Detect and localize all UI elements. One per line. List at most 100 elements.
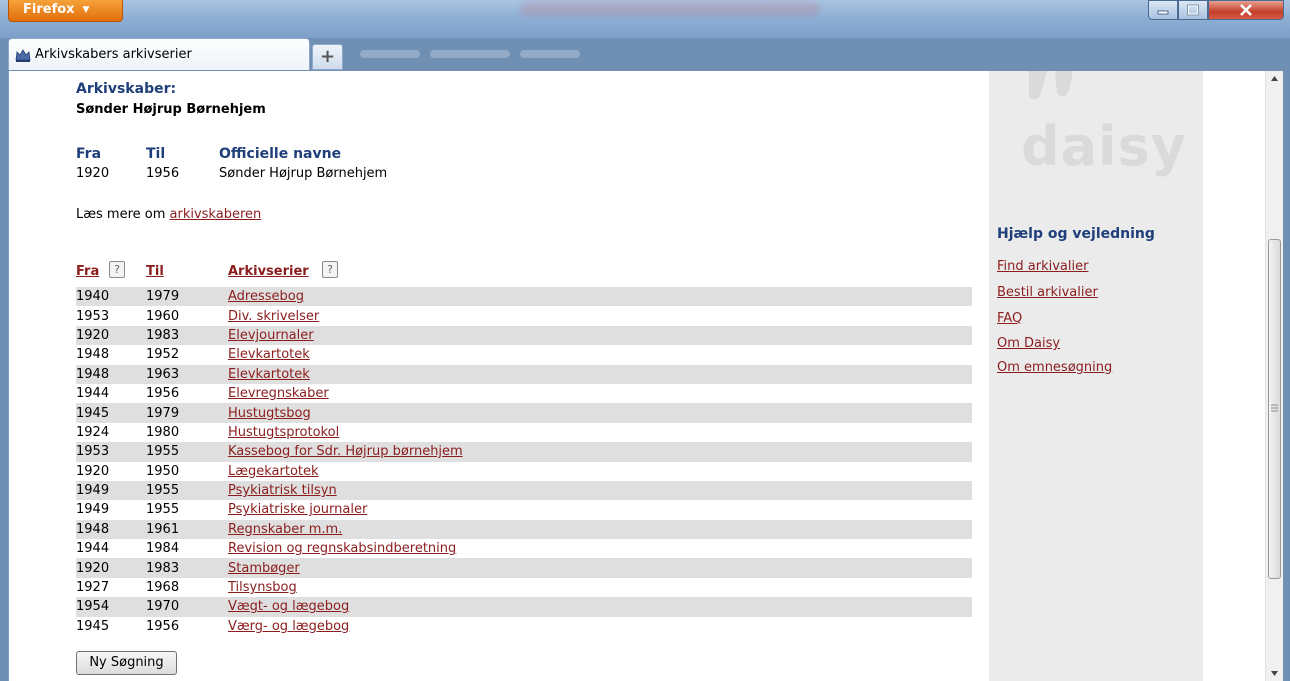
- series-fra-cell: 1945: [76, 403, 146, 423]
- vertical-scrollbar[interactable]: [1265, 71, 1283, 681]
- help-icon[interactable]: ?: [322, 261, 338, 278]
- table-row: 1944 1956 Elevregnskaber: [76, 384, 972, 403]
- series-til-cell: 1956: [146, 618, 180, 634]
- arkivskaberen-link[interactable]: arkivskaberen: [170, 207, 262, 222]
- minimize-button[interactable]: [1148, 0, 1178, 20]
- om-daisy-link[interactable]: Om Daisy: [997, 336, 1060, 351]
- series-til-cell: 1979: [146, 287, 228, 307]
- creator-name: Sønder Højrup Børnehjem: [76, 102, 266, 117]
- read-more-prefix: Læs mere om: [76, 207, 170, 222]
- help-icon[interactable]: ?: [109, 261, 125, 278]
- series-title-cell: Elevregnskaber: [228, 384, 972, 403]
- firefox-menu-button[interactable]: Firefox ▼: [8, 0, 123, 22]
- series-fra-cell: 1953: [76, 442, 146, 462]
- series-til-cell: 1952: [146, 347, 180, 363]
- series-link[interactable]: Div. skrivelser: [228, 309, 319, 324]
- firefox-menu-label: Firefox: [23, 2, 75, 17]
- names-header-official: Officielle navne: [219, 146, 342, 162]
- series-til-cell: 1950: [146, 463, 180, 479]
- series-link[interactable]: Regnskaber m.m.: [228, 522, 342, 537]
- series-link[interactable]: Hustugtsbog: [228, 406, 311, 421]
- series-fra-cell: 1948: [76, 519, 146, 540]
- series-title-cell: Elevjournaler: [228, 325, 972, 346]
- series-link[interactable]: Kassebog for Sdr. Højrup børnehjem: [228, 444, 463, 459]
- series-title-cell: Div. skrivelser: [228, 306, 972, 325]
- series-link[interactable]: Værg- og lægebog: [228, 619, 349, 634]
- sidebar: daisy Hjælp og vejledning Find arkivalie…: [989, 71, 1203, 681]
- new-search-button[interactable]: Ny Søgning: [76, 651, 177, 675]
- tab-title: Arkivskabers arkivserier: [35, 47, 192, 62]
- series-title-cell: Hustugtsbog: [228, 403, 972, 423]
- table-row: 1920 1983 Elevjournaler: [76, 325, 972, 346]
- om-emnesoegning-link[interactable]: Om emnesøgning: [997, 360, 1112, 375]
- series-title-cell: Psykiatrisk tilsyn: [228, 480, 972, 501]
- series-link[interactable]: Psykiatrisk tilsyn: [228, 483, 337, 498]
- series-title-cell: Vægt- og lægebog: [228, 597, 972, 617]
- series-link[interactable]: Revision og regnskabsindberetning: [228, 541, 456, 556]
- series-til-cell: 1968: [146, 580, 180, 596]
- crown-icon: [15, 49, 31, 62]
- series-link[interactable]: Stambøger: [228, 561, 300, 576]
- series-til-cell: 1955: [146, 442, 228, 462]
- table-row: 1948 1952 Elevkartotek: [76, 345, 972, 364]
- bestil-arkivalier-link[interactable]: Bestil arkivalier: [997, 285, 1098, 300]
- series-link[interactable]: Adressebog: [228, 289, 304, 304]
- names-header-til: Til: [146, 146, 166, 162]
- series-table: 1940 1979 Adressebog 1953 1960 Div. skrivelse…: [76, 287, 972, 636]
- series-link[interactable]: Elevkartotek: [228, 367, 310, 382]
- series-til-cell: 1970: [146, 597, 228, 617]
- series-til-cell: 1979: [146, 403, 228, 423]
- scroll-up-icon[interactable]: [1266, 71, 1283, 87]
- names-til-value: 1956: [146, 166, 180, 181]
- series-title-cell: Tilsynsbog: [228, 578, 972, 597]
- series-til-cell: 1963: [146, 364, 228, 384]
- window-titlebar: Firefox ▼: [0, 0, 1290, 38]
- scroll-down-icon[interactable]: [1266, 665, 1283, 681]
- tabbar-ghost: [360, 50, 420, 58]
- faq-link[interactable]: FAQ: [997, 311, 1022, 326]
- grip-icon: [1271, 404, 1278, 412]
- sort-arkivserier-link[interactable]: Arkivserier: [228, 264, 309, 279]
- series-link[interactable]: Tilsynsbog: [228, 580, 297, 595]
- series-title-cell: Lægekartotek: [228, 462, 972, 481]
- minimize-icon: [1157, 10, 1169, 15]
- series-fra-cell: 1949: [76, 502, 110, 518]
- series-til-cell: 1960: [146, 308, 180, 324]
- series-title-cell: Hustugtsprotokol: [228, 423, 972, 442]
- series-title-cell: Revision og regnskabsindberetning: [228, 539, 972, 558]
- series-fra-cell: 1948: [76, 364, 146, 384]
- series-fra-cell: 1920: [76, 463, 110, 479]
- tab-arkivskabers-arkivserier[interactable]: Arkivskabers arkivserier: [8, 38, 310, 70]
- daisy-logo: daisy: [1021, 115, 1187, 178]
- series-fra-cell: 1944: [76, 386, 110, 402]
- series-link[interactable]: Elevjournaler: [228, 328, 314, 343]
- table-row: 1940 1979 Adressebog: [76, 287, 972, 307]
- close-icon: [1240, 4, 1252, 16]
- series-link[interactable]: Elevkartotek: [228, 347, 310, 362]
- new-tab-button[interactable]: +: [312, 44, 343, 70]
- table-row: 1945 1979 Hustugtsbog: [76, 403, 972, 423]
- series-link[interactable]: Elevregnskaber: [228, 386, 329, 401]
- series-link[interactable]: Hustugtsprotokol: [228, 425, 339, 440]
- sort-til-link[interactable]: Til: [146, 264, 164, 279]
- chevron-down-icon: ▼: [82, 5, 90, 15]
- tabbar-ghost: [430, 50, 510, 58]
- find-arkivalier-link[interactable]: Find arkivalier: [997, 259, 1088, 274]
- names-official-value: Sønder Højrup Børnehjem: [219, 166, 388, 181]
- main-content: Arkivskaber: Sønder Højrup Børnehjem Fra…: [9, 71, 989, 681]
- series-title-cell: Elevkartotek: [228, 364, 972, 384]
- series-title-cell: Stambøger: [228, 558, 972, 578]
- series-link[interactable]: Lægekartotek: [228, 464, 319, 479]
- series-title-cell: Elevkartotek: [228, 345, 972, 364]
- series-link[interactable]: Vægt- og lægebog: [228, 599, 349, 614]
- series-link[interactable]: Psykiatriske journaler: [228, 502, 367, 517]
- series-fra-cell: 1920: [76, 558, 146, 578]
- series-til-cell: 1956: [146, 386, 180, 402]
- scrollbar-thumb[interactable]: [1268, 239, 1281, 579]
- close-window-button[interactable]: [1208, 0, 1284, 20]
- table-row: 1920 1983 Stambøger: [76, 558, 972, 578]
- series-til-cell: 1984: [146, 541, 180, 557]
- series-fra-cell: 1949: [76, 480, 146, 501]
- sort-fra-link[interactable]: Fra: [76, 264, 99, 279]
- maximize-button[interactable]: [1178, 0, 1208, 20]
